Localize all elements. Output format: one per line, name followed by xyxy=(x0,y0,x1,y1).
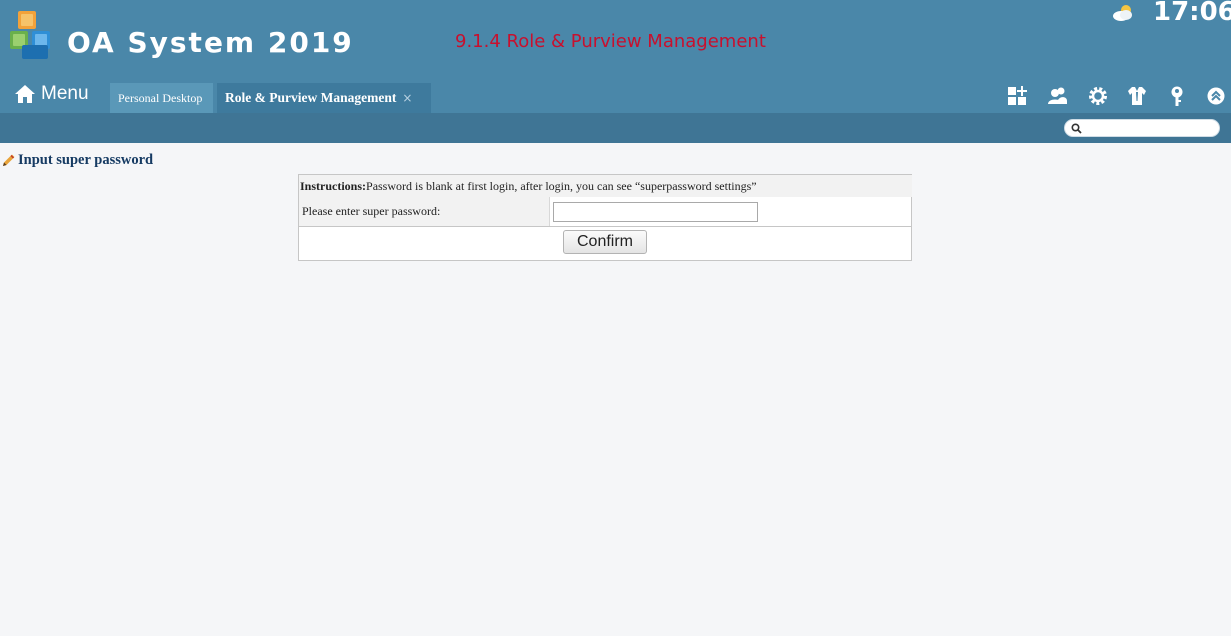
search-input[interactable] xyxy=(1085,121,1213,135)
section-title-text: Input super password xyxy=(18,152,154,168)
instructions-text: Password is blank at first login, after … xyxy=(366,178,757,193)
tab-role-purview-management[interactable]: Role & Purview Management × xyxy=(217,83,431,113)
sub-toolbar xyxy=(0,113,1231,143)
menu-button[interactable]: Menu xyxy=(14,81,89,107)
search-box[interactable] xyxy=(1064,119,1220,137)
collapse-up-icon[interactable] xyxy=(1205,85,1227,107)
super-password-form: Instructions: Password is blank at first… xyxy=(298,174,912,261)
shirt-icon[interactable] xyxy=(1126,85,1148,107)
tab-label: Role & Purview Management xyxy=(225,90,397,105)
weather-cloud-icon[interactable] xyxy=(1111,3,1135,23)
menu-label: Menu xyxy=(41,83,89,104)
section-title: Input super password xyxy=(1,152,153,169)
password-label: Please enter super password: xyxy=(299,197,550,226)
app-logo xyxy=(10,11,50,59)
gear-icon[interactable] xyxy=(1087,85,1109,107)
instructions-label: Instructions: xyxy=(300,178,367,193)
password-row: Please enter super password: xyxy=(299,197,911,227)
search-icon xyxy=(1071,123,1082,134)
close-icon[interactable]: × xyxy=(402,91,412,105)
instructions-row: Instructions: Password is blank at first… xyxy=(299,175,912,197)
clock: 17:06 xyxy=(1153,0,1231,27)
app-title: OA System 2019 xyxy=(67,26,354,59)
tab-label: Personal Desktop xyxy=(118,90,203,105)
confirm-button[interactable]: Confirm xyxy=(563,230,647,254)
user-group-icon[interactable] xyxy=(1046,85,1068,107)
home-icon xyxy=(15,85,35,103)
tab-personal-desktop[interactable]: Personal Desktop xyxy=(110,83,213,113)
key-icon[interactable] xyxy=(1166,85,1188,107)
page-caption: 9.1.4 Role & Purview Management xyxy=(455,31,766,52)
top-header: OA System 2019 9.1.4 Role & Purview Mana… xyxy=(0,0,1231,113)
apps-icon[interactable] xyxy=(1006,85,1028,107)
pencil-edit-icon xyxy=(3,154,15,166)
super-password-input[interactable] xyxy=(553,202,758,222)
